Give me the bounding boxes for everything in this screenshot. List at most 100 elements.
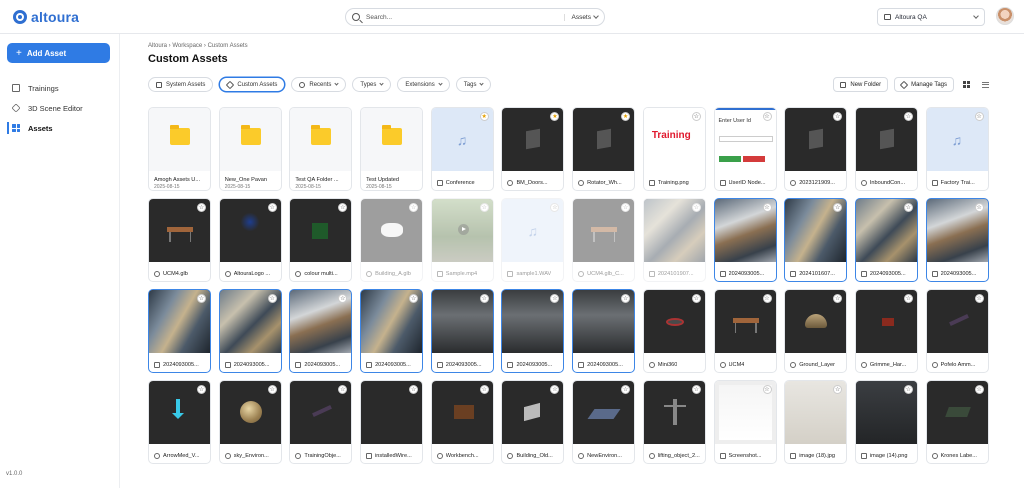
favorite-star-icon[interactable]: ☆ — [903, 112, 913, 121]
folder-card[interactable]: Test Updated 2025-08-15 — [360, 107, 424, 191]
sidebar-item-trainings[interactable]: Trainings — [0, 78, 120, 98]
favorite-star-icon[interactable]: ☆ — [691, 294, 701, 303]
asset-card[interactable]: ☆ Pofelo Amm... — [925, 289, 989, 373]
favorite-star-icon[interactable]: ☆ — [197, 385, 206, 394]
favorite-star-icon[interactable]: ☆ — [691, 203, 701, 212]
favorite-star-icon[interactable]: ★ — [479, 112, 489, 121]
filter-types[interactable]: Types — [352, 77, 392, 92]
favorite-star-icon[interactable]: ☆ — [903, 294, 913, 303]
favorite-star-icon[interactable]: ☆ — [267, 385, 277, 394]
asset-card[interactable]: ☆ UCM4.glb_C... — [572, 198, 636, 282]
asset-card[interactable]: ★ BM_Doors... — [501, 107, 565, 191]
folder-card[interactable]: Test QA Folder ... 2025-08-15 — [289, 107, 353, 191]
favorite-star-icon[interactable]: ☆ — [762, 294, 772, 303]
asset-card[interactable]: ☆ Krones Labe... — [925, 380, 989, 464]
favorite-star-icon[interactable]: ☆ — [479, 385, 489, 394]
asset-card[interactable]: ♫ ★ Conference — [430, 107, 494, 191]
favorite-star-icon[interactable]: ☆ — [974, 203, 984, 212]
asset-card[interactable]: ☆ 2023121909... — [784, 107, 848, 191]
favorite-star-icon[interactable]: ☆ — [974, 112, 984, 121]
asset-card[interactable]: ☆ image (18).jpg — [784, 380, 848, 464]
search-scope-select[interactable]: Assets — [564, 13, 599, 21]
favorite-star-icon[interactable]: ☆ — [762, 112, 772, 121]
brand-logo[interactable]: altoura — [13, 9, 79, 25]
asset-card[interactable]: ☆ 2024093005... — [289, 289, 353, 373]
asset-card[interactable]: ☆ NewEnviron... — [572, 380, 636, 464]
asset-card[interactable]: ☆ Workbench... — [430, 380, 494, 464]
asset-card[interactable]: ♫ ☆ Factory Trai... — [925, 107, 989, 191]
asset-card[interactable]: ☆ 2024093005... — [430, 289, 494, 373]
list-view-icon[interactable] — [979, 78, 992, 91]
grid-view-icon[interactable] — [960, 78, 973, 91]
add-asset-button[interactable]: + Add Asset — [7, 43, 110, 63]
asset-card[interactable]: ☆ 2024093005... — [501, 289, 565, 373]
new-folder-button[interactable]: New Folder — [833, 77, 889, 92]
asset-card[interactable]: Training ☆ Training.png — [642, 107, 706, 191]
favorite-star-icon[interactable]: ☆ — [691, 385, 701, 394]
asset-card[interactable]: ☆ Ground_Layer — [784, 289, 848, 373]
folder-card[interactable]: New_One Pavan 2025-08-15 — [218, 107, 282, 191]
favorite-star-icon[interactable]: ☆ — [762, 203, 772, 212]
asset-card[interactable]: ☆ colour multi... — [289, 198, 353, 282]
favorite-star-icon[interactable]: ☆ — [974, 385, 984, 394]
favorite-star-icon[interactable]: ☆ — [762, 385, 772, 394]
favorite-star-icon[interactable]: ☆ — [409, 385, 419, 394]
favorite-star-icon[interactable]: ☆ — [479, 203, 489, 212]
favorite-star-icon[interactable]: ☆ — [974, 294, 984, 303]
asset-card[interactable]: ☆ 2024093005... — [148, 289, 211, 373]
asset-card[interactable]: ☆ Screenshot... — [713, 380, 777, 464]
file-type-icon — [860, 362, 867, 368]
asset-card[interactable]: ☆ image (14).png — [854, 380, 918, 464]
favorite-star-icon[interactable]: ☆ — [903, 385, 913, 394]
favorite-star-icon[interactable]: ☆ — [197, 203, 206, 212]
asset-card[interactable]: ☆ Building_Old... — [501, 380, 565, 464]
asset-card[interactable]: ☆ UCM4 — [713, 289, 777, 373]
sidebar-item-assets[interactable]: Assets — [0, 118, 120, 138]
filter-tags[interactable]: Tags — [455, 77, 492, 92]
asset-card[interactable]: ☆ lifting_object_2... — [642, 380, 706, 464]
asset-card[interactable]: ☆ UCM4.glb — [148, 198, 211, 282]
asset-card[interactable]: ☆ Building_A.glb — [360, 198, 424, 282]
asset-card[interactable]: ☆ Sample.mp4 — [430, 198, 494, 282]
asset-card[interactable]: ☆ 2024101607... — [784, 198, 848, 282]
filter-extensions[interactable]: Extensions — [397, 77, 450, 92]
manage-tags-button[interactable]: Manage Tags — [894, 77, 954, 92]
asset-card[interactable]: ☆ 2024101907... — [642, 198, 706, 282]
asset-card[interactable]: ☆ 2024093005... — [925, 198, 989, 282]
asset-card[interactable]: ☆ Grimme_Har... — [854, 289, 918, 373]
breadcrumb[interactable]: Altoura › Workspace › Custom Assets — [148, 43, 248, 49]
asset-card[interactable]: ★ Rotator_Wh... — [572, 107, 636, 191]
asset-card[interactable]: ☆ TrainingObje... — [289, 380, 353, 464]
favorite-star-icon[interactable]: ☆ — [691, 112, 701, 121]
favorite-star-icon[interactable]: ☆ — [409, 294, 419, 303]
favorite-star-icon[interactable]: ☆ — [409, 203, 419, 212]
avatar[interactable] — [996, 7, 1014, 25]
favorite-star-icon[interactable]: ☆ — [479, 294, 489, 303]
favorite-star-icon[interactable]: ☆ — [197, 294, 206, 303]
model-preview — [239, 401, 262, 423]
filter-system-assets[interactable]: System Assets — [148, 77, 214, 92]
asset-card[interactable]: ☆ Mini360 — [642, 289, 706, 373]
asset-card[interactable]: Enter User Id ☆ UserID Node... — [713, 107, 777, 191]
asset-card[interactable]: ☆ 2024093005... — [854, 198, 918, 282]
asset-card[interactable]: ♫ ☆ sample1.WAV — [501, 198, 565, 282]
org-selector[interactable]: Altoura QA — [877, 8, 985, 26]
favorite-star-icon[interactable]: ☆ — [903, 203, 913, 212]
asset-card[interactable]: ☆ 2024093005... — [713, 198, 777, 282]
asset-card[interactable]: ☆ 2024093005... — [218, 289, 282, 373]
asset-card[interactable]: ☆ sky_Environ... — [218, 380, 282, 464]
favorite-star-icon[interactable]: ☆ — [267, 203, 277, 212]
asset-card[interactable]: ☆ 2024093005... — [572, 289, 636, 373]
asset-card[interactable]: ☆ InboundCon... — [854, 107, 918, 191]
favorite-star-icon[interactable]: ☆ — [267, 294, 277, 303]
asset-card[interactable]: ☆ ArrowMed_V... — [148, 380, 211, 464]
filter-custom-assets[interactable]: Custom Assets — [219, 77, 286, 92]
asset-card[interactable]: ☆ 2024093005... — [360, 289, 424, 373]
filter-recents[interactable]: Recents — [291, 77, 347, 92]
asset-card[interactable]: ☆ installedWire... — [360, 380, 424, 464]
sidebar-item-3d-scene-editor[interactable]: 3D Scene Editor — [0, 98, 120, 118]
search-bar[interactable]: Assets — [345, 8, 605, 26]
asset-card[interactable]: ☆ AltouraLogo ... — [218, 198, 282, 282]
folder-card[interactable]: Amogh Assets U... 2025-08-15 — [148, 107, 211, 191]
search-input[interactable] — [366, 13, 565, 21]
